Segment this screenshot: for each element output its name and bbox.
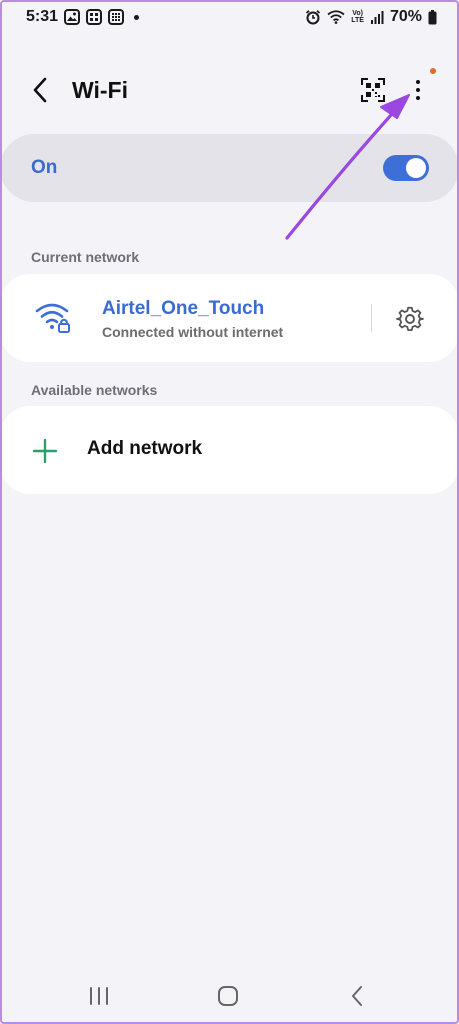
add-network-button[interactable]: Add network <box>0 406 459 494</box>
qr-code-scan-button[interactable] <box>358 74 388 106</box>
home-button[interactable] <box>208 982 248 1010</box>
status-left: 5:31 <box>26 8 140 26</box>
network-settings-button[interactable] <box>394 303 426 335</box>
calculator-notification-icon <box>86 9 103 25</box>
wifi-status-icon <box>327 10 345 24</box>
current-network-card[interactable]: Airtel_One_Touch Connected without inter… <box>0 274 459 362</box>
more-vertical-icon <box>416 80 420 100</box>
signal-strength-icon <box>370 10 384 24</box>
volte-line1: Vo) <box>352 10 363 17</box>
network-status: Connected without internet <box>102 324 284 340</box>
battery-icon <box>428 9 437 25</box>
app-bar: Wi-Fi <box>0 60 459 120</box>
network-name: Airtel_One_Touch <box>102 298 265 319</box>
wifi-lock-icon <box>35 303 70 333</box>
grid-notification-icon <box>108 9 125 25</box>
toggle-label: On <box>31 157 58 178</box>
battery-percent: 70% <box>389 8 422 25</box>
volte-indicator: Vo) LTE <box>351 10 364 24</box>
gallery-notification-icon <box>64 9 81 25</box>
switch-knob <box>406 158 426 178</box>
qr-code-icon <box>361 78 385 102</box>
back-button[interactable] <box>26 74 54 106</box>
current-network-header: Current network <box>31 249 140 265</box>
wifi-master-toggle[interactable]: On <box>0 134 459 202</box>
status-bar: 5:31 Vo) LTE 70% <box>0 0 459 34</box>
add-network-label: Add network <box>87 438 203 459</box>
navigation-bar <box>0 968 459 1024</box>
status-time: 5:31 <box>26 8 59 25</box>
home-icon <box>218 986 238 1006</box>
chevron-left-icon <box>33 77 47 103</box>
card-divider <box>371 304 372 332</box>
system-back-button[interactable] <box>337 982 377 1010</box>
recent-apps-button[interactable] <box>79 982 119 1010</box>
available-networks-header: Available networks <box>31 382 158 398</box>
more-options-button[interactable] <box>404 72 432 108</box>
notification-dot <box>430 68 436 74</box>
recents-icon <box>90 987 108 1005</box>
alarm-icon <box>305 9 321 25</box>
page-title: Wi-Fi <box>72 77 128 103</box>
more-notifications-dot-icon <box>134 14 140 20</box>
plus-icon <box>33 439 57 463</box>
wifi-switch[interactable] <box>383 155 429 181</box>
gear-icon <box>396 306 424 331</box>
back-arrow-icon <box>352 986 362 1006</box>
status-right: Vo) LTE 70% <box>305 8 437 26</box>
volte-line2: LTE <box>351 17 364 24</box>
